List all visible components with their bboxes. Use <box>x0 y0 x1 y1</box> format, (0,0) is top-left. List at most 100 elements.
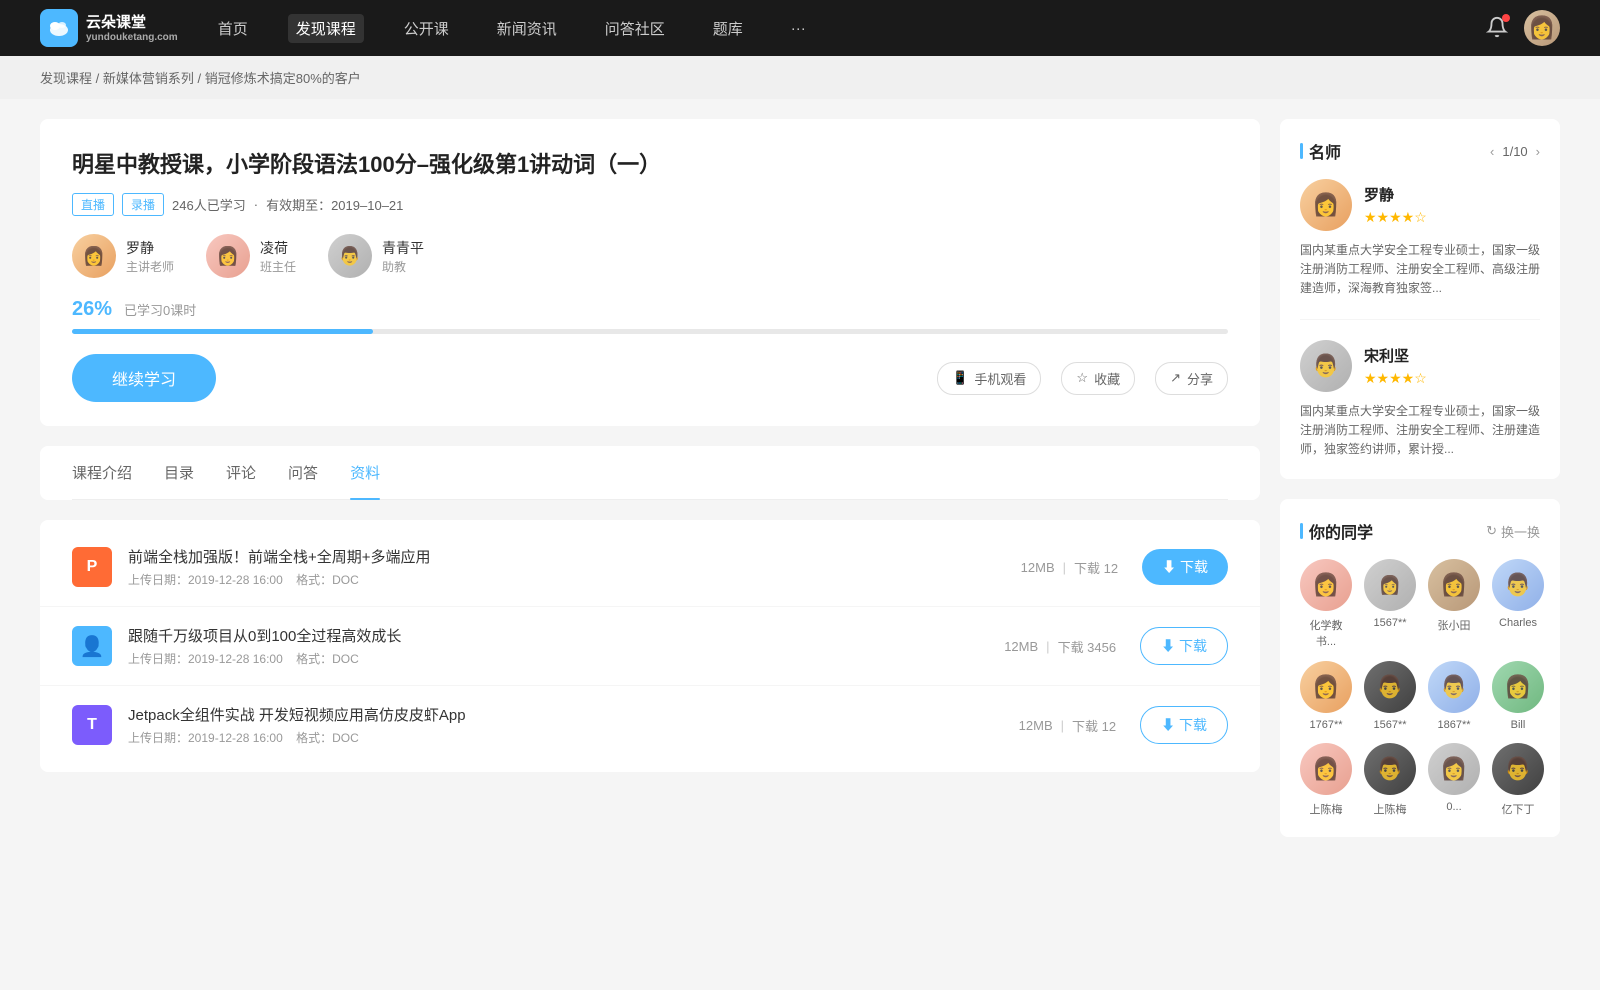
share-label: 分享 <box>1187 369 1213 388</box>
teachers-next-btn[interactable]: › <box>1536 144 1540 159</box>
tabs-card: 课程介绍 目录 评论 问答 资料 <box>40 446 1260 500</box>
teacher-card-1: 👨 宋利坚 ★★★★☆ 国内某重点大学安全工程专业硕士，国家一级注册消防工程师、… <box>1300 340 1540 460</box>
classmate-name-9: 上陈梅 <box>1374 801 1407 817</box>
tab-resources[interactable]: 资料 <box>350 446 380 499</box>
teachers-prev-btn[interactable]: ‹ <box>1490 144 1494 159</box>
classmate-name-4: 1767** <box>1309 719 1342 731</box>
progress-label: 已学习0课时 <box>124 300 196 319</box>
refresh-label: 换一换 <box>1501 522 1540 541</box>
teacher-avatar-1: 👩 <box>206 234 250 278</box>
tab-intro[interactable]: 课程介绍 <box>72 446 132 499</box>
progress-section: 26% 已学习0课时 <box>72 298 1228 334</box>
classmate-name-0: 化学教书... <box>1300 617 1352 649</box>
tab-review[interactable]: 评论 <box>226 446 256 499</box>
breadcrumb: 发现课程 / 新媒体营销系列 / 销冠修炼术搞定80%的客户 <box>0 56 1600 99</box>
continue-button[interactable]: 继续学习 <box>72 354 216 402</box>
classmate-avatar-6[interactable]: 👨 <box>1428 661 1480 713</box>
tab-catalog[interactable]: 目录 <box>164 446 194 499</box>
course-teachers: 👩 罗静 主讲老师 👩 凌荷 班主任 👨 青青平 <box>72 234 1228 278</box>
classmate-6: 👨 1867** <box>1428 661 1480 731</box>
classmate-9: 👨 上陈梅 <box>1364 743 1416 817</box>
teacher-card-avatar-1: 👨 <box>1300 340 1352 392</box>
teachers-panel-header: 名师 ‹ 1/10 › <box>1300 139 1540 163</box>
tag-live: 直播 <box>72 193 114 216</box>
breadcrumb-item-2[interactable]: 新媒体营销系列 <box>103 71 194 86</box>
teacher-desc-1: 国内某重点大学安全工程专业硕士，国家一级注册消防工程师、注册安全工程师、注册建造… <box>1300 402 1540 460</box>
teachers-page: 1/10 <box>1502 144 1527 159</box>
resource-item: T Jetpack全组件实战 开发短视频应用高仿皮皮虾App 上传日期：2019… <box>40 686 1260 764</box>
classmate-11: 👨 亿下丁 <box>1492 743 1544 817</box>
course-actions: 继续学习 📱 手机观看 ☆ 收藏 ↗ 分享 <box>72 354 1228 402</box>
classmate-2: 👩 张小田 <box>1428 559 1480 649</box>
main-content: 明星中教授课，小学阶段语法100分–强化级第1讲动词（一） 直播 录播 246人… <box>40 119 1260 857</box>
teacher-desc-0: 国内某重点大学安全工程专业硕士，国家一级注册消防工程师、注册安全工程师、高级注册… <box>1300 241 1540 299</box>
nav-item-public[interactable]: 公开课 <box>396 14 457 43</box>
resource-stats-2: 12MB | 下载 12 <box>1019 716 1116 735</box>
resource-downloads-1: 下载 3456 <box>1058 637 1117 656</box>
teacher-1: 👩 凌荷 班主任 <box>206 234 296 278</box>
share-button[interactable]: ↗ 分享 <box>1155 362 1228 395</box>
classmate-avatar-0[interactable]: 👩 <box>1300 559 1352 611</box>
classmate-name-3: Charles <box>1499 617 1537 629</box>
resource-size-0: 12MB <box>1021 560 1055 575</box>
breadcrumb-item-1[interactable]: 发现课程 <box>40 71 92 86</box>
download-button-2[interactable]: ⬇ 下载 <box>1140 706 1228 744</box>
teacher-role-0: 主讲老师 <box>126 258 174 275</box>
resource-name-0: 前端全栈加强版！前端全栈+全周期+多端应用 <box>128 546 1021 567</box>
resource-stats-0: 12MB | 下载 12 <box>1021 558 1118 577</box>
logo[interactable]: 云朵课堂 yundouketang.com <box>40 9 178 47</box>
classmate-avatar-11[interactable]: 👨 <box>1492 743 1544 795</box>
nav-item-qa[interactable]: 问答社区 <box>597 14 673 43</box>
teacher-avatar-0: 👩 <box>72 234 116 278</box>
classmate-avatar-2[interactable]: 👩 <box>1428 559 1480 611</box>
nav-item-quiz[interactable]: 题库 <box>705 14 751 43</box>
resource-icon-1: 👤 <box>72 626 112 666</box>
nav-item-home[interactable]: 首页 <box>210 14 256 43</box>
classmate-name-11: 亿下丁 <box>1502 801 1535 817</box>
classmate-avatar-1[interactable]: 👩 <box>1364 559 1416 611</box>
classmates-grid: 👩 化学教书... 👩 1567** 👩 张小田 👨 Charles 👩 <box>1300 559 1540 817</box>
classmate-avatar-5[interactable]: 👨 <box>1364 661 1416 713</box>
classmates-panel: 你的同学 ↻ 换一换 👩 化学教书... 👩 1567** 👩 张小田 <box>1280 499 1560 837</box>
download-button-1[interactable]: ⬇ 下载 <box>1140 627 1228 665</box>
resource-name-1: 跟随千万级项目从0到100全过程高效成长 <box>128 625 1004 646</box>
resource-stats-1: 12MB | 下载 3456 <box>1004 637 1116 656</box>
teacher-card-0: 👩 罗静 ★★★★☆ 国内某重点大学安全工程专业硕士，国家一级注册消防工程师、注… <box>1300 179 1540 320</box>
classmate-name-6: 1867** <box>1437 719 1470 731</box>
logo-icon <box>40 9 78 47</box>
classmate-name-5: 1567** <box>1373 719 1406 731</box>
resource-info-0: 前端全栈加强版！前端全栈+全周期+多端应用 上传日期：2019-12-28 16… <box>128 546 1021 588</box>
nav-item-more[interactable]: ··· <box>783 16 814 41</box>
classmate-avatar-8[interactable]: 👩 <box>1300 743 1352 795</box>
classmate-avatar-3[interactable]: 👨 <box>1492 559 1544 611</box>
collect-button[interactable]: ☆ 收藏 <box>1061 362 1135 395</box>
resource-meta-2: 上传日期：2019-12-28 16:00 格式：DOC <box>128 729 1019 746</box>
refresh-button[interactable]: ↻ 换一换 <box>1486 522 1540 541</box>
download-button-0[interactable]: ⬇ 下载 <box>1142 549 1228 585</box>
teacher-card-avatar-0: 👩 <box>1300 179 1352 231</box>
notification-bell[interactable] <box>1486 16 1508 41</box>
main-layout: 明星中教授课，小学阶段语法100分–强化级第1讲动词（一） 直播 录播 246人… <box>0 99 1600 877</box>
classmate-avatar-9[interactable]: 👨 <box>1364 743 1416 795</box>
notification-dot <box>1502 14 1510 22</box>
teacher-0: 👩 罗静 主讲老师 <box>72 234 174 278</box>
resource-meta-0: 上传日期：2019-12-28 16:00 格式：DOC <box>128 571 1021 588</box>
teacher-stars-0: ★★★★☆ <box>1364 209 1427 226</box>
resource-icon-2: T <box>72 705 112 745</box>
nav-item-discover[interactable]: 发现课程 <box>288 14 364 43</box>
nav-item-news[interactable]: 新闻资讯 <box>489 14 565 43</box>
classmate-avatar-7[interactable]: 👩 <box>1492 661 1544 713</box>
mobile-watch-button[interactable]: 📱 手机观看 <box>937 362 1041 395</box>
tab-qa[interactable]: 问答 <box>288 446 318 499</box>
teacher-name-2: 青青平 <box>382 238 424 258</box>
classmate-avatar-4[interactable]: 👩 <box>1300 661 1352 713</box>
classmate-avatar-10[interactable]: 👩 <box>1428 743 1480 795</box>
teacher-card-top-1: 👨 宋利坚 ★★★★☆ <box>1300 340 1540 392</box>
course-valid: 有效期至：2019–10–21 <box>266 195 403 214</box>
classmate-name-2: 张小田 <box>1438 617 1471 633</box>
teacher-card-top-0: 👩 罗静 ★★★★☆ <box>1300 179 1540 231</box>
user-avatar[interactable]: 👩 <box>1524 10 1560 46</box>
classmate-name-7: Bill <box>1511 719 1526 731</box>
action-buttons: 📱 手机观看 ☆ 收藏 ↗ 分享 <box>937 362 1228 395</box>
progress-percent: 26% <box>72 298 112 321</box>
